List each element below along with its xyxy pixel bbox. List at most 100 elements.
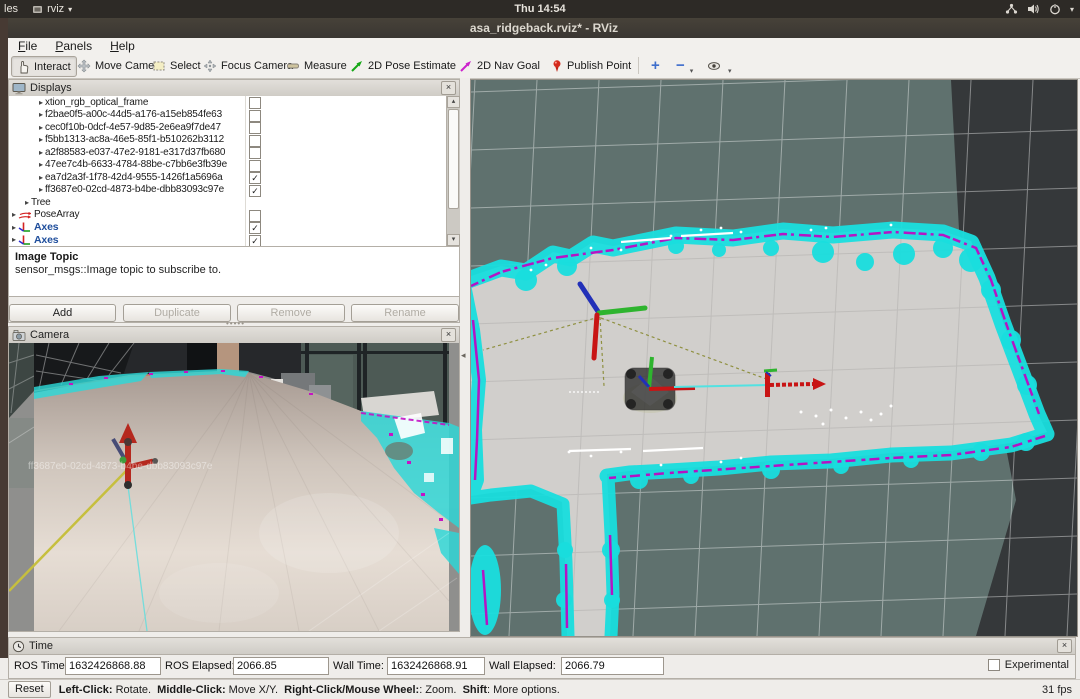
tree-item-frame[interactable]: ▸ a2f88583-e037-47e2-9181-e317d37fb680 (9, 146, 459, 159)
axes-icon (18, 234, 31, 246)
checkbox-checked[interactable] (249, 235, 261, 247)
camera-viewport[interactable]: ff3687e0-02cd-4873-b4be-dbb83093c97e (9, 343, 459, 631)
checkbox-unchecked[interactable] (249, 122, 261, 134)
visibility-button[interactable]: ▾ (702, 56, 737, 75)
tool-2d-nav-goal[interactable]: 2D Nav Goal (454, 56, 545, 75)
tool-publish-point[interactable]: Publish Point (546, 56, 636, 75)
tool-select[interactable]: Select (147, 56, 206, 75)
axes-icon (18, 221, 31, 233)
close-icon[interactable]: × (1057, 639, 1072, 653)
zoom-out-button[interactable]: − ▾ (671, 56, 698, 75)
menu-help[interactable]: Help (110, 39, 135, 53)
checkbox-unchecked[interactable] (249, 160, 261, 172)
tree-item-axes[interactable]: ▸ Axes (9, 234, 459, 247)
tree-item-frame[interactable]: ▸ ea7d2a3f-1f78-42d4-9555-1426f1a5696a (9, 171, 459, 184)
checkbox-checked[interactable] (249, 172, 261, 184)
ros-elapsed-input[interactable] (233, 657, 329, 675)
zoom-in-button[interactable]: + (646, 56, 665, 75)
add-button[interactable]: Add (9, 304, 116, 322)
reset-button[interactable]: Reset (8, 681, 51, 698)
expand-arrow-icon[interactable]: ▸ (37, 185, 45, 194)
time-panel-header[interactable]: Time × (9, 638, 1075, 655)
close-icon[interactable]: × (441, 328, 456, 342)
tree-item-frame[interactable]: ▸ 47ee7c4b-6633-4784-88be-c7bb6e3fb39e (9, 159, 459, 172)
displays-tree: ▸ xtion_rgb_optical_frame ▸ f2bae0f5-a00… (9, 96, 459, 247)
focus-camera-icon (203, 59, 217, 73)
tree-item-frame[interactable]: ▸ ff3687e0-02cd-4873-b4be-dbb83093c97e (9, 184, 459, 197)
expand-arrow-icon[interactable]: ▸ (37, 110, 45, 119)
checkbox-unchecked[interactable] (249, 97, 261, 109)
time-panel: Time × ROS Time: ROS Elapsed: Wall Time:… (8, 637, 1076, 679)
tree-item-frame[interactable]: ▸ cec0f10b-0dcf-4e57-9d85-2e6ea9f7de47 (9, 121, 459, 134)
expand-arrow-icon[interactable]: ▸ (23, 198, 31, 207)
tool-measure[interactable]: Measure (281, 56, 352, 75)
frame-overlay-label: ff3687e0-02cd-4873-b4be-dbb83093c97e (28, 461, 213, 472)
close-icon[interactable]: × (441, 81, 456, 95)
checkbox-unchecked[interactable] (249, 135, 261, 147)
checkbox-checked[interactable] (249, 222, 261, 234)
collapse-arrow-icon[interactable]: ◂ (461, 350, 466, 361)
desktop-top-bar: les rviz ▾ Thu 14:54 ▾ (0, 0, 1080, 18)
wall-time-label: Wall Time: (333, 660, 384, 672)
expand-arrow-icon[interactable]: ▸ (10, 235, 18, 244)
measure-icon (286, 59, 300, 73)
menu-panels[interactable]: Panels (55, 39, 92, 53)
tree-item-frame[interactable]: ▸ f2bae0f5-a00c-44d5-a176-a15eb854fe63 (9, 109, 459, 122)
volume-icon (1027, 3, 1040, 15)
expand-arrow-icon[interactable]: ▸ (37, 123, 45, 132)
desktop-clock[interactable]: Thu 14:54 (0, 3, 1080, 15)
screen: les rviz ▾ Thu 14:54 ▾ (0, 0, 1080, 699)
panel-splitter[interactable]: ◂ (460, 78, 470, 636)
checkbox-unchecked[interactable] (249, 110, 261, 122)
expand-arrow-icon[interactable]: ▸ (37, 135, 45, 144)
tree-item-tree[interactable]: ▸ Tree (9, 196, 459, 209)
camera-panel-header[interactable]: Camera × (9, 327, 459, 344)
checkbox-unchecked[interactable] (249, 210, 261, 222)
expand-arrow-icon[interactable]: ▸ (37, 160, 45, 169)
move-camera-icon (77, 59, 91, 73)
expand-arrow-icon[interactable]: ▸ (37, 98, 45, 107)
expand-arrow-icon[interactable]: ▸ (10, 223, 18, 232)
caret-down-icon: ▾ (728, 67, 732, 75)
scrollbar-thumb[interactable] (448, 109, 459, 209)
duplicate-button[interactable]: Duplicate (123, 304, 231, 322)
scroll-up-icon[interactable]: ▴ (447, 96, 460, 108)
checkbox-checked[interactable] (249, 185, 261, 197)
tool-2d-pose-estimate[interactable]: 2D Pose Estimate (345, 56, 461, 75)
tray-caret-icon: ▾ (1070, 5, 1074, 14)
expand-arrow-icon[interactable]: ▸ (37, 173, 45, 182)
toolbar-separator (638, 57, 639, 74)
tree-item-axes[interactable]: ▸ Axes (9, 221, 459, 234)
ros-time-input[interactable] (65, 657, 161, 675)
expand-arrow-icon[interactable]: ▸ (10, 210, 18, 219)
experimental-toggle[interactable]: Experimental (988, 659, 1069, 671)
panel-resize-grip[interactable]: ••••• (226, 322, 242, 325)
tool-interact[interactable]: Interact (11, 56, 77, 77)
tree-item-posearray[interactable]: ▸ PoseArray (9, 209, 459, 222)
expand-arrow-icon[interactable]: ▸ (37, 148, 45, 157)
wall-time-input[interactable] (387, 657, 485, 675)
help-text: sensor_msgs::Image topic to subscribe to… (15, 264, 453, 276)
tree-item-frame[interactable]: ▸ xtion_rgb_optical_frame (9, 96, 459, 109)
displays-panel-header[interactable]: Displays × (9, 80, 459, 97)
status-bar: Reset Left-Click: Rotate. Middle-Click: … (0, 679, 1080, 699)
3d-viewport[interactable] (470, 79, 1078, 637)
scroll-down-icon[interactable]: ▾ (447, 234, 460, 246)
wall-elapsed-input[interactable] (561, 657, 664, 675)
window-titlebar[interactable]: asa_ridgeback.rviz* - RViz (8, 18, 1080, 39)
fps-counter: 31 fps (1042, 684, 1072, 696)
publish-point-pin-icon (551, 59, 563, 73)
select-box-icon (152, 59, 166, 73)
checkbox-unchecked[interactable] (249, 147, 261, 159)
rename-button[interactable]: Rename (351, 304, 459, 322)
tree-column-divider (245, 96, 246, 246)
system-tray[interactable]: ▾ (1005, 0, 1074, 18)
wall-elapsed-label: Wall Elapsed: (489, 660, 556, 672)
eye-icon (707, 60, 723, 72)
menu-file[interactable]: File (18, 39, 37, 53)
tree-item-frame[interactable]: ▸ f5bb1313-ac8a-46e5-85f1-b510262b3112 (9, 134, 459, 147)
remove-button[interactable]: Remove (237, 304, 345, 322)
checkbox-unchecked[interactable] (988, 659, 1000, 671)
tree-scrollbar[interactable]: ▴ ▾ (446, 96, 460, 246)
displays-monitor-icon (12, 82, 26, 95)
